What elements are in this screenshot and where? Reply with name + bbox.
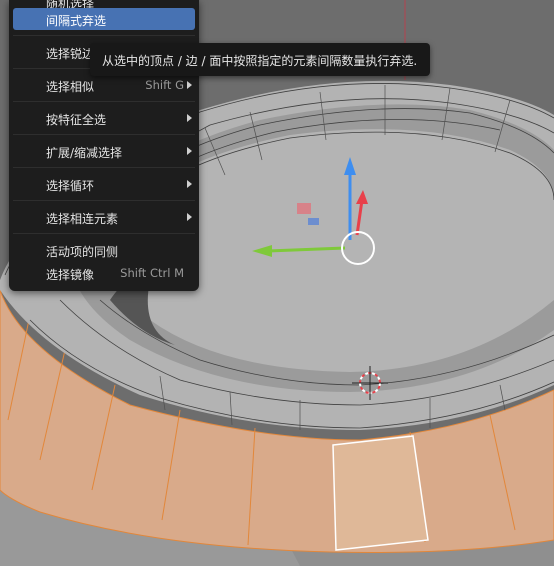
menu-item-label: 扩展/缩减选择	[46, 146, 123, 160]
submenu-arrow-icon	[187, 114, 192, 122]
menu-item-label: 选择锐边	[46, 47, 95, 61]
menu-divider	[13, 101, 195, 102]
menu-item-checker-deselect[interactable]: 间隔式弃选	[13, 8, 195, 30]
menu-item-label: 选择相连元素	[46, 212, 119, 226]
tooltip: 从选中的顶点 / 边 / 面中按照指定的元素间隔数量执行弃选.	[90, 43, 430, 76]
menu-divider	[13, 167, 195, 168]
submenu-arrow-icon	[187, 147, 192, 155]
menu-item-shortcut: Shift G	[145, 78, 184, 92]
menu-item-shortcut: Shift Ctrl M	[120, 266, 184, 280]
menu-item-select-more-less[interactable]: 扩展/缩减选择	[9, 140, 199, 162]
menu-item-label: 选择镜像	[46, 268, 95, 282]
submenu-arrow-icon	[187, 213, 192, 221]
submenu-arrow-icon	[187, 180, 192, 188]
menu-item-label: 间隔式弃选	[46, 14, 107, 28]
menu-item-label: 选择相似	[46, 80, 95, 94]
active-face	[332, 435, 429, 551]
menu-divider	[13, 200, 195, 201]
menu-divider	[13, 233, 195, 234]
menu-divider	[13, 134, 195, 135]
tooltip-text: 从选中的顶点 / 边 / 面中按照指定的元素间隔数量执行弃选.	[102, 54, 418, 68]
menu-item-select-similar[interactable]: 选择相似 Shift G	[9, 74, 199, 96]
menu-item-label: 选择循环	[46, 179, 95, 193]
gizmo-plane-xz[interactable]	[297, 203, 311, 214]
menu-divider	[13, 35, 195, 36]
submenu-arrow-icon	[187, 81, 192, 89]
menu-item-select-loops[interactable]: 选择循环	[9, 173, 199, 195]
menu-item-select-all-by-trait[interactable]: 按特征全选	[9, 107, 199, 129]
menu-item-select-mirror[interactable]: 选择镜像 Shift Ctrl M	[9, 262, 199, 284]
gizmo-plane-xy[interactable]	[308, 218, 319, 225]
menu-item-label: 活动项的同侧	[46, 245, 119, 259]
menu-item-side-of-active[interactable]: 活动项的同侧	[9, 239, 199, 261]
menu-item-select-linked[interactable]: 选择相连元素	[9, 206, 199, 228]
menu-item-label: 按特征全选	[46, 113, 107, 127]
